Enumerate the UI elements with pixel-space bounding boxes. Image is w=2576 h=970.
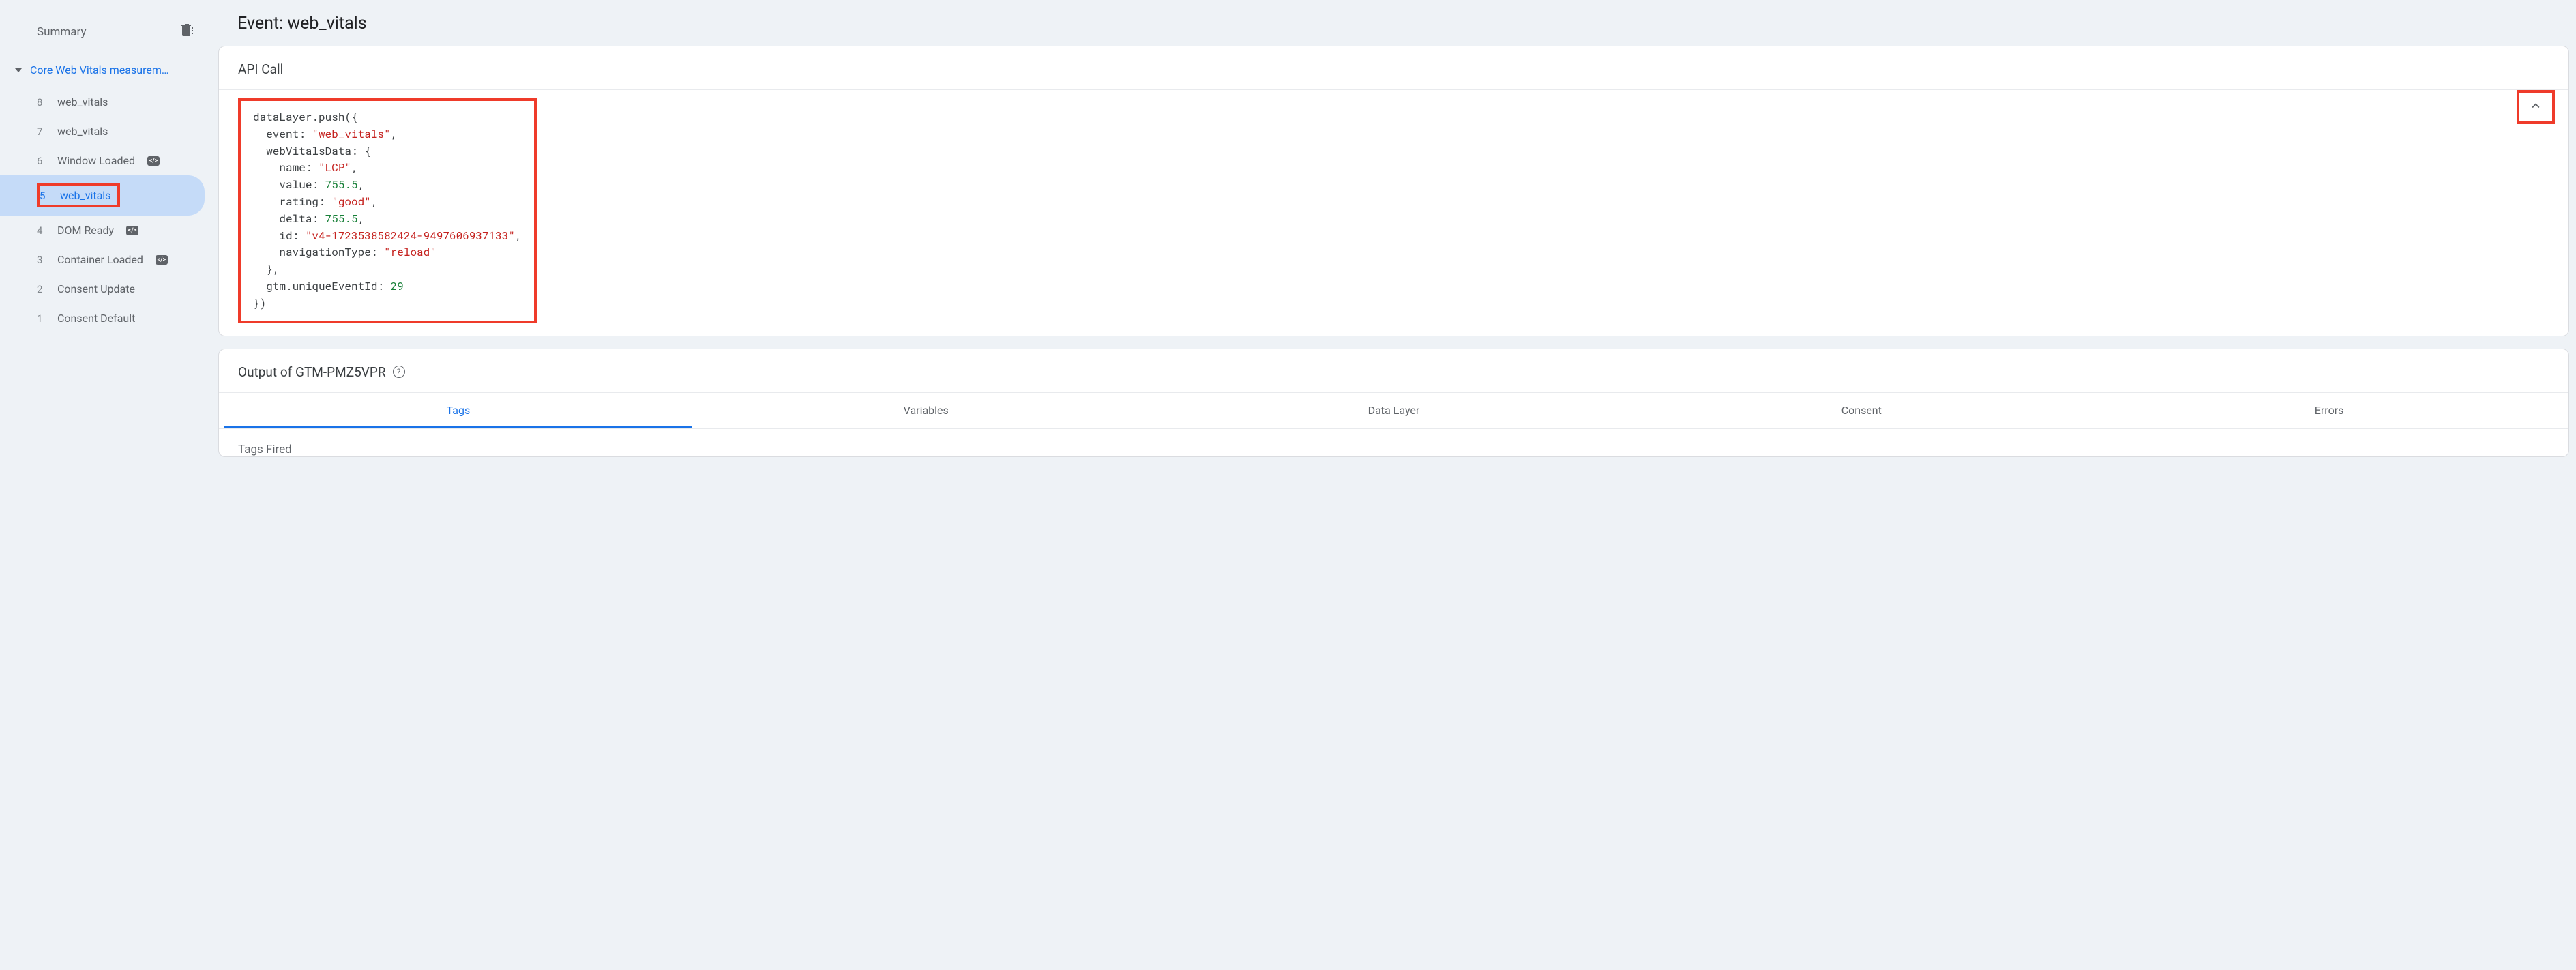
- code-badge-icon: </>: [147, 156, 160, 166]
- api-call-header: API Call: [219, 46, 2568, 90]
- event-item[interactable]: 7 web_vitals: [0, 117, 205, 146]
- event-label: Window Loaded: [57, 154, 135, 167]
- sidebar: Summary Core Web Vitals measurem… 8 web_v…: [0, 0, 211, 970]
- tab-consent[interactable]: Consent: [1627, 393, 2095, 428]
- event-group-title: Core Web Vitals measurem…: [30, 63, 169, 76]
- event-label: DOM Ready: [57, 224, 114, 237]
- event-label: Consent Update: [57, 282, 135, 295]
- event-item[interactable]: 5 web_vitals: [0, 175, 205, 216]
- code-badge-icon: </>: [126, 226, 138, 235]
- summary-label: Summary: [37, 25, 86, 39]
- chevron-down-icon: [15, 68, 22, 72]
- event-label: web_vitals: [57, 95, 108, 108]
- event-number: 3: [37, 254, 48, 266]
- event-number: 7: [37, 126, 48, 138]
- event-item[interactable]: 1 Consent Default: [0, 304, 205, 333]
- event-label: web_vitals: [57, 125, 108, 138]
- chevron-up-icon: [2528, 98, 2543, 116]
- tab-errors[interactable]: Errors: [2095, 393, 2563, 428]
- page-title: Event: web_vitals: [218, 7, 2569, 46]
- output-header: Output of GTM-PMZ5VPR ?: [219, 349, 2568, 393]
- event-item[interactable]: 8 web_vitals: [0, 87, 205, 117]
- event-label: Container Loaded: [57, 253, 143, 266]
- output-tabs: TagsVariablesData LayerConsentErrors: [219, 393, 2568, 429]
- event-number: 6: [37, 155, 48, 167]
- event-group-header[interactable]: Core Web Vitals measurem…: [0, 58, 211, 82]
- api-call-code: dataLayer.push({ event: "web_vitals", we…: [241, 101, 534, 321]
- event-number: 8: [37, 96, 48, 108]
- tab-data-layer[interactable]: Data Layer: [1160, 393, 1628, 428]
- help-icon[interactable]: ?: [393, 366, 405, 378]
- tags-fired-title: Tags Fired: [219, 429, 2568, 456]
- selected-event-highlight: 5 web_vitals: [37, 183, 120, 207]
- event-list: 8 web_vitals 7 web_vitals 6 Window Loaded </> 5…: [0, 82, 211, 333]
- output-card: Output of GTM-PMZ5VPR ? TagsVariablesDat…: [218, 349, 2569, 457]
- tab-variables[interactable]: Variables: [692, 393, 1160, 428]
- api-call-card: API Call dataLayer.push({ event: "web_vi…: [218, 46, 2569, 336]
- sidebar-header: Summary: [0, 14, 211, 58]
- event-item[interactable]: 2 Consent Update: [0, 274, 205, 304]
- event-label: Consent Default: [57, 312, 135, 325]
- event-label: web_vitals: [60, 189, 110, 202]
- collapse-toggle[interactable]: [2517, 90, 2555, 124]
- api-call-title: API Call: [238, 61, 283, 77]
- event-number: 4: [37, 224, 48, 237]
- event-number: 5: [40, 190, 50, 202]
- event-number: 2: [37, 283, 48, 295]
- output-title: Output of GTM-PMZ5VPR: [238, 364, 386, 380]
- event-item[interactable]: 3 Container Loaded </>: [0, 245, 205, 274]
- tab-tags[interactable]: Tags: [224, 393, 692, 428]
- clear-events-icon[interactable]: [179, 22, 195, 42]
- event-number: 1: [37, 312, 48, 325]
- api-call-body: dataLayer.push({ event: "web_vitals", we…: [219, 90, 2568, 336]
- api-call-code-highlight: dataLayer.push({ event: "web_vitals", we…: [238, 98, 537, 323]
- code-badge-icon: </>: [156, 255, 168, 265]
- event-item[interactable]: 4 DOM Ready </>: [0, 216, 205, 245]
- event-item[interactable]: 6 Window Loaded </>: [0, 146, 205, 175]
- main-content: Event: web_vitals API Call dataLayer.pus…: [211, 0, 2576, 970]
